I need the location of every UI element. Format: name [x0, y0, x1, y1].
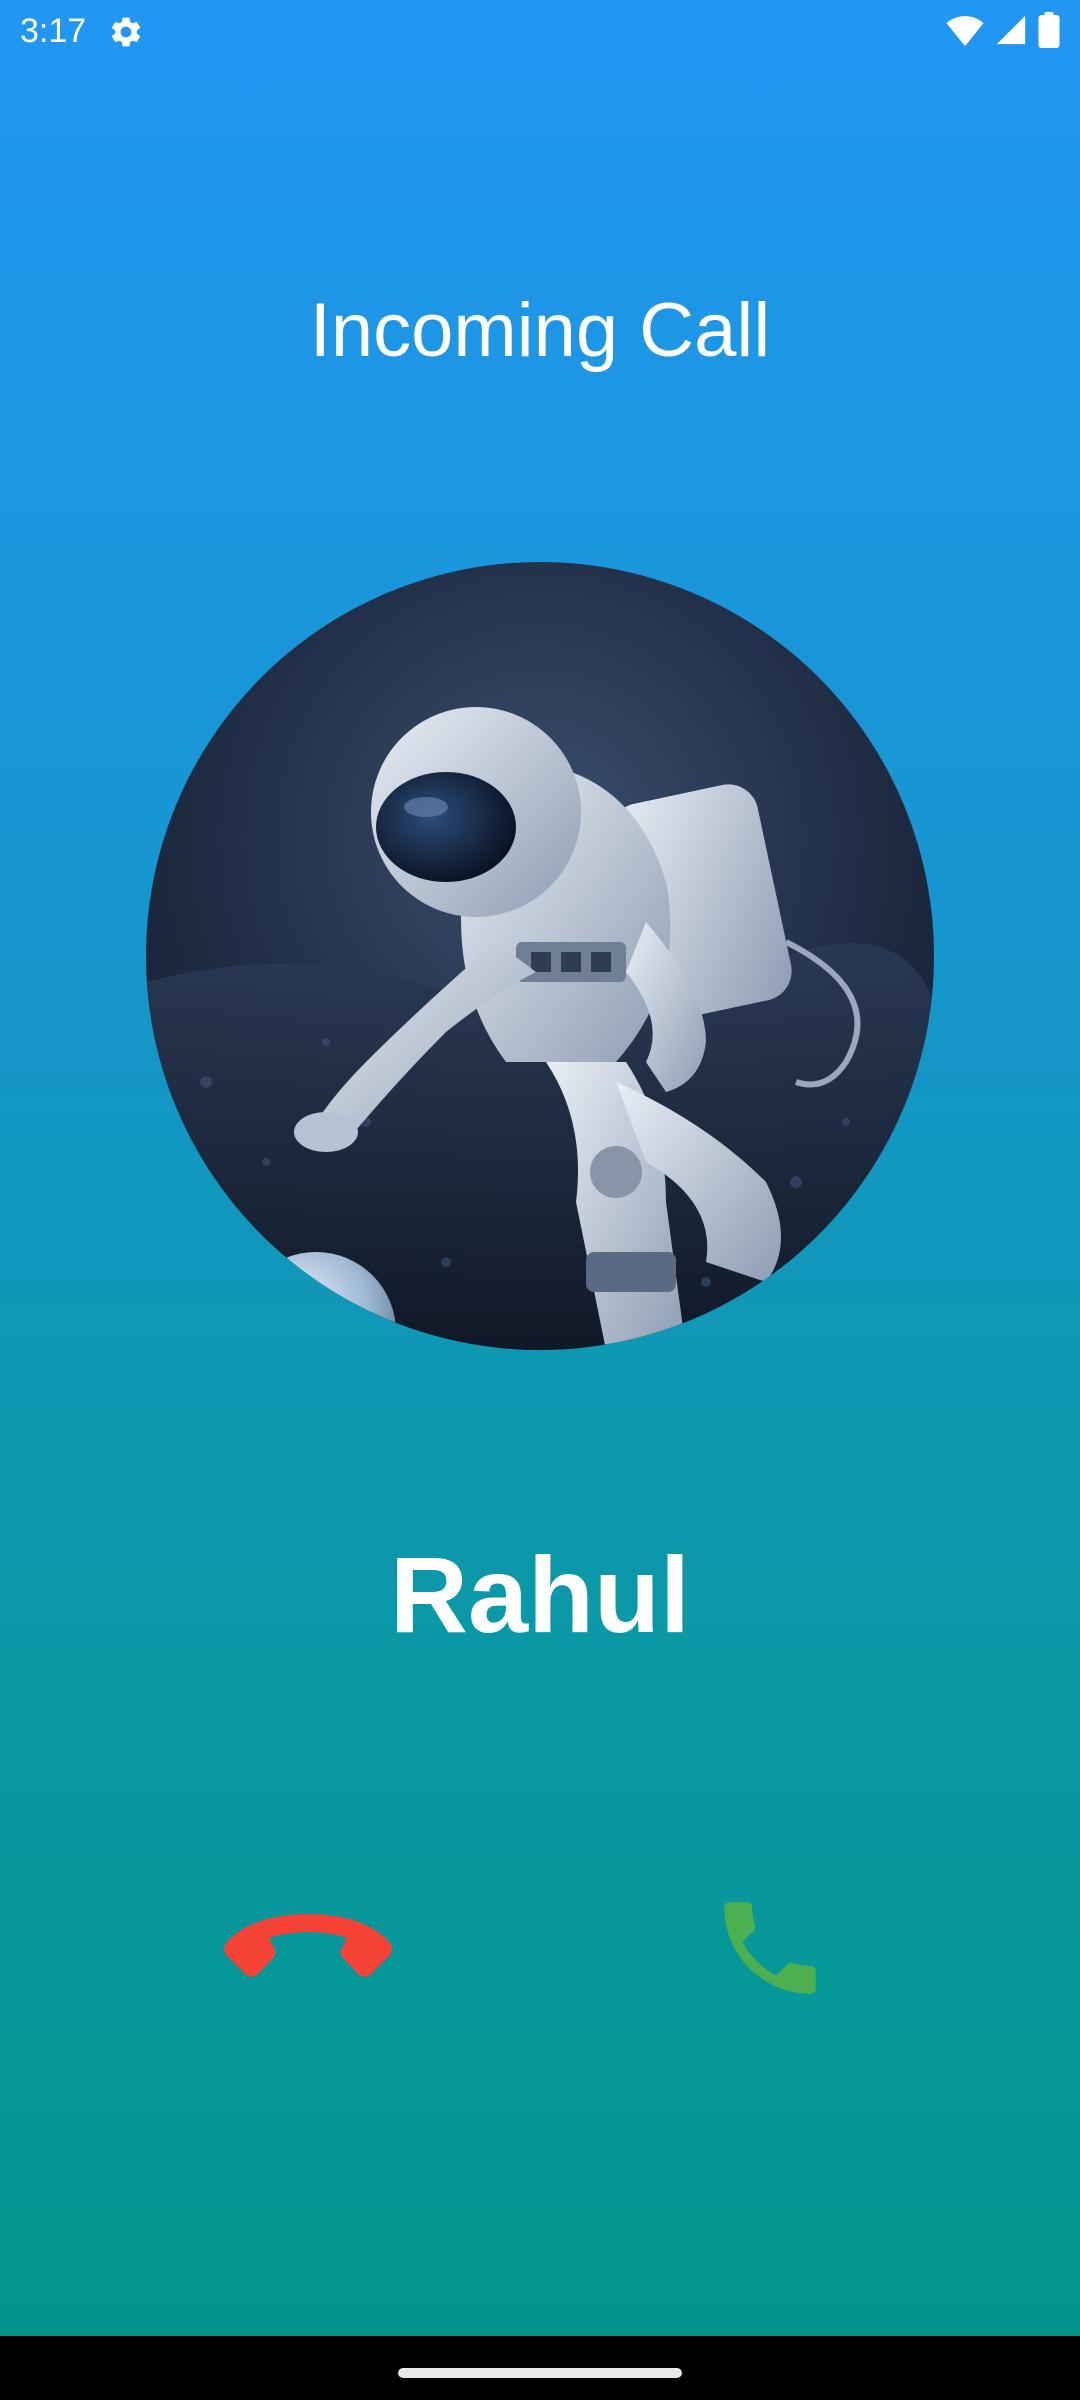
- status-bar: 3:17: [0, 0, 1080, 62]
- home-gesture-handle[interactable]: [398, 2368, 682, 2378]
- status-time: 3:17: [20, 12, 87, 50]
- decline-call-button[interactable]: [208, 1850, 408, 2050]
- wifi-icon: [946, 13, 984, 52]
- caller-avatar: [146, 562, 934, 1350]
- cellular-signal-icon: [994, 13, 1028, 52]
- status-icons: [946, 11, 1060, 53]
- caller-name: Rahul: [389, 1534, 690, 1655]
- accept-call-button[interactable]: [670, 1850, 870, 2050]
- call-accept-icon: [709, 1887, 831, 2014]
- call-title: Incoming Call: [309, 288, 771, 373]
- call-end-icon: [223, 1908, 393, 1993]
- gear-icon: [108, 14, 144, 50]
- battery-icon: [1038, 11, 1060, 53]
